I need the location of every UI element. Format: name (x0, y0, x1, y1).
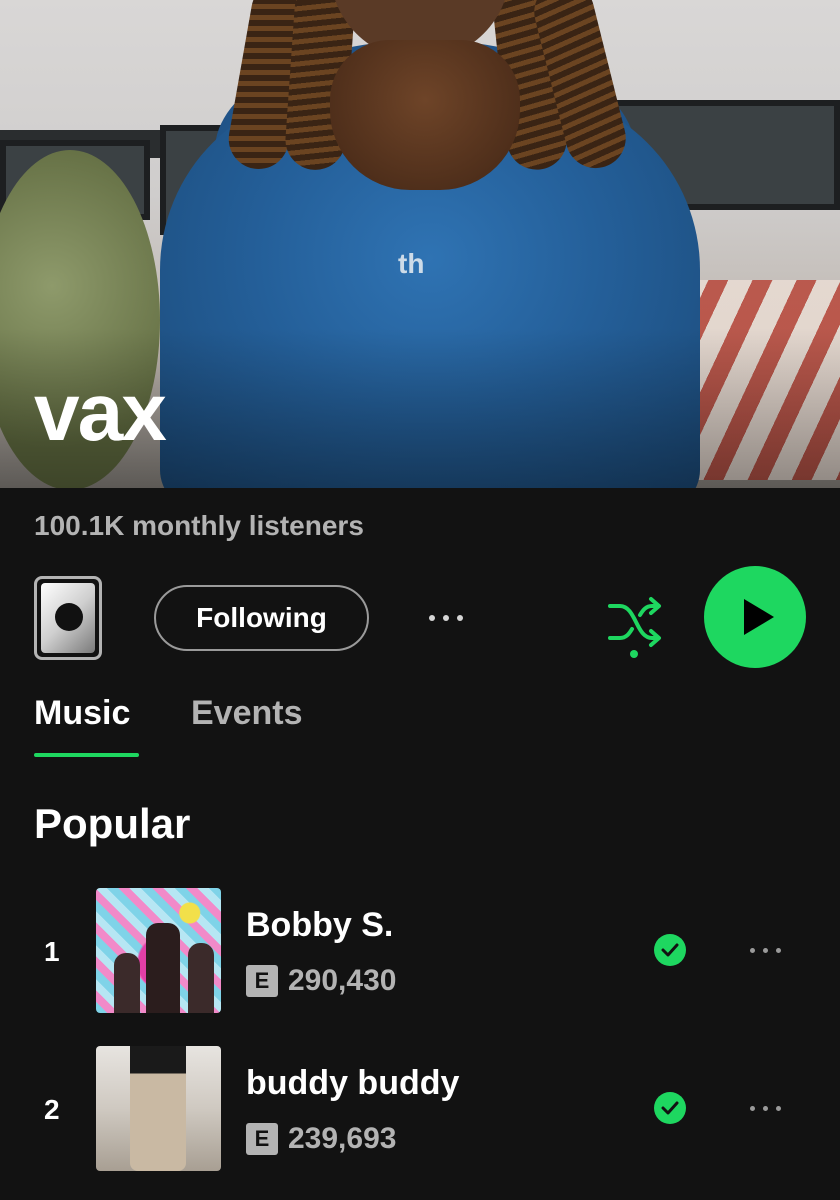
cover-figure (146, 923, 180, 1013)
track-cover-art (96, 1046, 221, 1171)
dot (763, 1106, 768, 1111)
dot (776, 1106, 781, 1111)
track-meta: E 239,693 (246, 1122, 396, 1156)
play-button[interactable] (704, 566, 806, 668)
track-more-icon[interactable] (750, 948, 781, 953)
dot (776, 948, 781, 953)
track-title: Bobby S. (246, 906, 394, 944)
active-tab-indicator (34, 753, 139, 757)
dot (457, 615, 463, 621)
shuffle-glyph (608, 597, 661, 658)
dot (763, 948, 768, 953)
track-row[interactable]: 2 buddy buddy E 239,693 (0, 1046, 840, 1172)
popular-heading: Popular (34, 800, 191, 847)
saved-check-icon[interactable] (654, 1092, 686, 1124)
dot (750, 1106, 755, 1111)
cover-figure (114, 953, 140, 1013)
hands (330, 40, 520, 190)
explicit-badge: E (246, 965, 278, 997)
cover-figure (130, 1046, 186, 1171)
track-meta: E 290,430 (246, 964, 396, 998)
track-cover-art (96, 888, 221, 1013)
artist-thumbnail (41, 583, 95, 653)
saved-check-icon[interactable] (654, 934, 686, 966)
shuffle-icon[interactable] (604, 592, 666, 660)
dot (443, 615, 449, 621)
artist-name: vax (34, 367, 167, 458)
track-rank: 2 (44, 1094, 60, 1125)
dot (750, 948, 755, 953)
hoodie-logo: th (398, 248, 425, 279)
tab-events[interactable]: Events (191, 694, 303, 733)
track-row[interactable]: 1 Bobby S. E 290,430 (0, 888, 840, 1014)
monthly-listeners: 100.1K monthly listeners (34, 510, 364, 541)
check-glyph (661, 1101, 679, 1115)
check-glyph (661, 943, 679, 957)
track-rank: 1 (44, 936, 60, 967)
cover-figure (188, 943, 214, 1013)
dot (429, 615, 435, 621)
track-play-count: 239,693 (288, 1122, 397, 1155)
track-more-icon[interactable] (750, 1106, 781, 1111)
play-icon (744, 599, 774, 635)
more-options-icon[interactable] (420, 600, 472, 636)
explicit-badge: E (246, 1123, 278, 1155)
tab-music[interactable]: Music (34, 694, 130, 733)
following-button[interactable]: Following (154, 585, 369, 651)
artist-thumbnail-button[interactable] (34, 576, 102, 660)
track-play-count: 290,430 (288, 964, 397, 997)
track-title: buddy buddy (246, 1064, 460, 1102)
